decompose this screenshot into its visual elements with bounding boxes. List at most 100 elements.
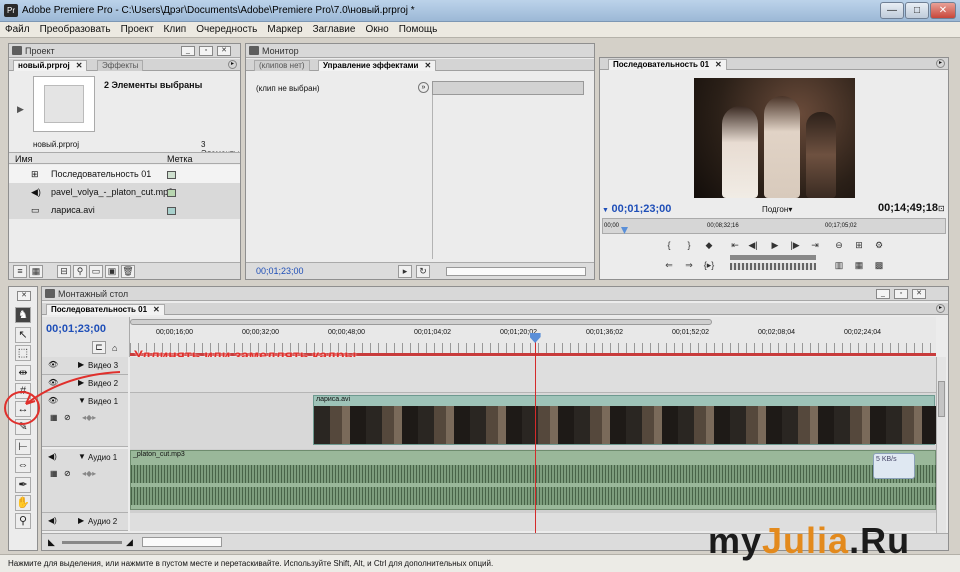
mini-timeline[interactable] xyxy=(432,81,584,95)
trash-icon[interactable]: 🗑 xyxy=(121,265,135,278)
new-item-icon[interactable]: ▣ xyxy=(105,265,119,278)
export-frame-icon[interactable]: ⚙ xyxy=(872,240,886,253)
expand-icon[interactable]: ▶ xyxy=(78,516,84,525)
marker-icon[interactable]: ◆ xyxy=(702,240,716,253)
play-button-icon[interactable]: ▶ xyxy=(768,240,782,253)
snap-icon[interactable]: ⊏ xyxy=(92,341,106,354)
panel-menu-icon[interactable]: ▸ xyxy=(228,60,237,69)
zoom-out-icon[interactable]: ◣ xyxy=(48,537,55,548)
video1-lane[interactable]: лариса.avi xyxy=(130,393,936,449)
play-icon[interactable]: ▶ xyxy=(17,104,24,115)
go-next-marker-icon[interactable]: ⇒ xyxy=(682,260,696,273)
video-tracks-empty[interactable] xyxy=(130,357,936,393)
vertical-scrollbar[interactable] xyxy=(936,357,946,533)
list-view-icon[interactable]: ≡ xyxy=(13,265,27,278)
menu-window[interactable]: Окно xyxy=(360,22,393,35)
tab-sequence[interactable]: Последовательность 01 ✕ xyxy=(46,304,165,315)
panel-close-button[interactable]: ✕ xyxy=(17,291,31,301)
timeline-timecode[interactable]: 00;01;23;00 xyxy=(46,323,106,335)
keyframe-nav-icon[interactable]: ◂◆▸ xyxy=(82,469,96,478)
speaker-icon[interactable]: ◀) xyxy=(48,516,57,525)
play-audio-icon[interactable]: ▸ xyxy=(398,265,412,278)
jog-wheel[interactable] xyxy=(730,263,816,270)
trim-icon[interactable]: ⊞ xyxy=(852,240,866,253)
menu-file[interactable]: Файл xyxy=(0,22,35,35)
panel-maximize-button[interactable]: ▫ xyxy=(199,46,213,56)
play-in-out-icon[interactable]: {▸} xyxy=(702,260,716,273)
step-back-icon[interactable]: ◀| xyxy=(746,240,760,253)
track-audio2[interactable]: ◀) ▶ Аудио 2 xyxy=(42,513,128,531)
hand-tool-icon[interactable]: ✋ xyxy=(15,495,31,511)
program-ruler[interactable]: 00;00 00;08;32;16 00;17;05;02 xyxy=(602,218,946,234)
tab-effects[interactable]: Эффекты xyxy=(97,60,144,71)
close-icon[interactable]: ✕ xyxy=(153,305,160,314)
zoom-slider[interactable] xyxy=(62,541,122,544)
panel-close-button[interactable]: ✕ xyxy=(912,289,926,299)
scroll-thumb[interactable] xyxy=(938,381,945,417)
zoom-scrollbar[interactable] xyxy=(446,267,586,276)
selection-tool-icon[interactable]: ↖ xyxy=(15,327,31,343)
panel-minimize-button[interactable]: _ xyxy=(876,289,890,299)
panel-menu-icon[interactable]: ▸ xyxy=(936,304,945,313)
close-button[interactable]: ✕ xyxy=(930,2,956,19)
fit-dropdown[interactable]: Подгон▾ xyxy=(762,205,792,214)
panel-close-button[interactable]: ✕ xyxy=(217,46,231,56)
overlay-icon[interactable]: ▩ xyxy=(872,260,886,273)
lift-icon[interactable]: ⊖ xyxy=(832,240,846,253)
automate-icon[interactable]: ⊟ xyxy=(57,265,71,278)
menu-sequence[interactable]: Очередность xyxy=(191,22,262,35)
mark-out-icon[interactable]: } xyxy=(682,240,696,253)
list-item[interactable]: ◀) pavel_volya_-_platon_cut.mp3 xyxy=(9,183,240,201)
marker-icon[interactable]: ⌂ xyxy=(112,343,117,353)
go-prev-marker-icon[interactable]: ⇐ xyxy=(662,260,676,273)
go-to-out-icon[interactable]: ⇥ xyxy=(808,240,822,253)
mark-in-icon[interactable]: { xyxy=(662,240,676,253)
icon-view-icon[interactable]: ▦ xyxy=(29,265,43,278)
close-icon[interactable]: ✕ xyxy=(76,61,83,70)
minimize-button[interactable]: — xyxy=(880,2,904,19)
close-icon[interactable]: ✕ xyxy=(424,61,431,70)
list-item[interactable]: ⊞ Последовательность 01 xyxy=(9,165,240,183)
pen-tool-icon[interactable]: ✒ xyxy=(15,477,31,493)
speaker-icon[interactable]: ◀) xyxy=(48,452,57,461)
zoom-in-icon[interactable]: ◢ xyxy=(126,537,133,548)
video-clip[interactable]: лариса.avi xyxy=(313,395,936,445)
slip-tool-icon[interactable]: ⊢ xyxy=(15,439,31,455)
extract-icon[interactable]: ▥ xyxy=(832,260,846,273)
loop-icon[interactable]: ↻ xyxy=(416,265,430,278)
horizontal-scrollbar[interactable] xyxy=(142,537,222,547)
menu-title[interactable]: Заглавие xyxy=(308,22,361,35)
tab-project-file[interactable]: новый.prproj ✕ xyxy=(13,60,88,71)
tab-sequence[interactable]: Последовательность 01 ✕ xyxy=(608,59,727,70)
track-select-tool-icon[interactable]: ⬚ xyxy=(15,345,31,361)
keyframe-icon[interactable]: ⊘ xyxy=(64,469,71,478)
shuttle-slider[interactable] xyxy=(730,255,816,260)
panel-minimize-button[interactable]: _ xyxy=(181,46,195,56)
go-to-in-icon[interactable]: ⇤ xyxy=(728,240,742,253)
maximize-button[interactable]: □ xyxy=(905,2,929,19)
safe-margins-icon[interactable]: ⊡ xyxy=(938,204,945,213)
audio1-lane[interactable]: _platon_cut.mp3 5 KB/s xyxy=(130,449,937,513)
collapse-icon[interactable]: ▼ xyxy=(78,452,86,461)
show-timeline-icon[interactable]: » xyxy=(418,82,429,93)
find-icon[interactable]: ⚲ xyxy=(73,265,87,278)
menu-help[interactable]: Помощь xyxy=(394,22,443,35)
col-name[interactable]: Имя xyxy=(15,154,33,164)
panel-menu-icon[interactable]: ▸ xyxy=(936,59,945,68)
program-timecode-left[interactable]: ▼ 00;01;23;00 xyxy=(602,203,671,215)
tab-effect-controls[interactable]: Управление эффектами ✕ xyxy=(318,60,437,71)
step-forward-icon[interactable]: |▶ xyxy=(788,240,802,253)
col-label[interactable]: Метка xyxy=(167,154,193,164)
playhead-marker-icon[interactable] xyxy=(621,227,628,234)
menu-project[interactable]: Проект xyxy=(116,22,159,35)
close-icon[interactable]: ✕ xyxy=(715,60,722,69)
tab-source[interactable]: (клипов нет) xyxy=(254,60,310,71)
bin-icon[interactable]: ▭ xyxy=(89,265,103,278)
menu-clip[interactable]: Клип xyxy=(159,22,192,35)
menu-convert[interactable]: Преобразовать xyxy=(35,22,116,35)
audio-clip[interactable]: _platon_cut.mp3 5 KB/s xyxy=(130,450,937,510)
slide-tool-icon[interactable]: ⇔ xyxy=(15,457,31,473)
display-style-icon[interactable]: ▦ xyxy=(50,469,58,478)
effects-timecode[interactable]: 00;01;23;00 xyxy=(256,266,304,276)
menu-marker[interactable]: Маркер xyxy=(262,22,307,35)
